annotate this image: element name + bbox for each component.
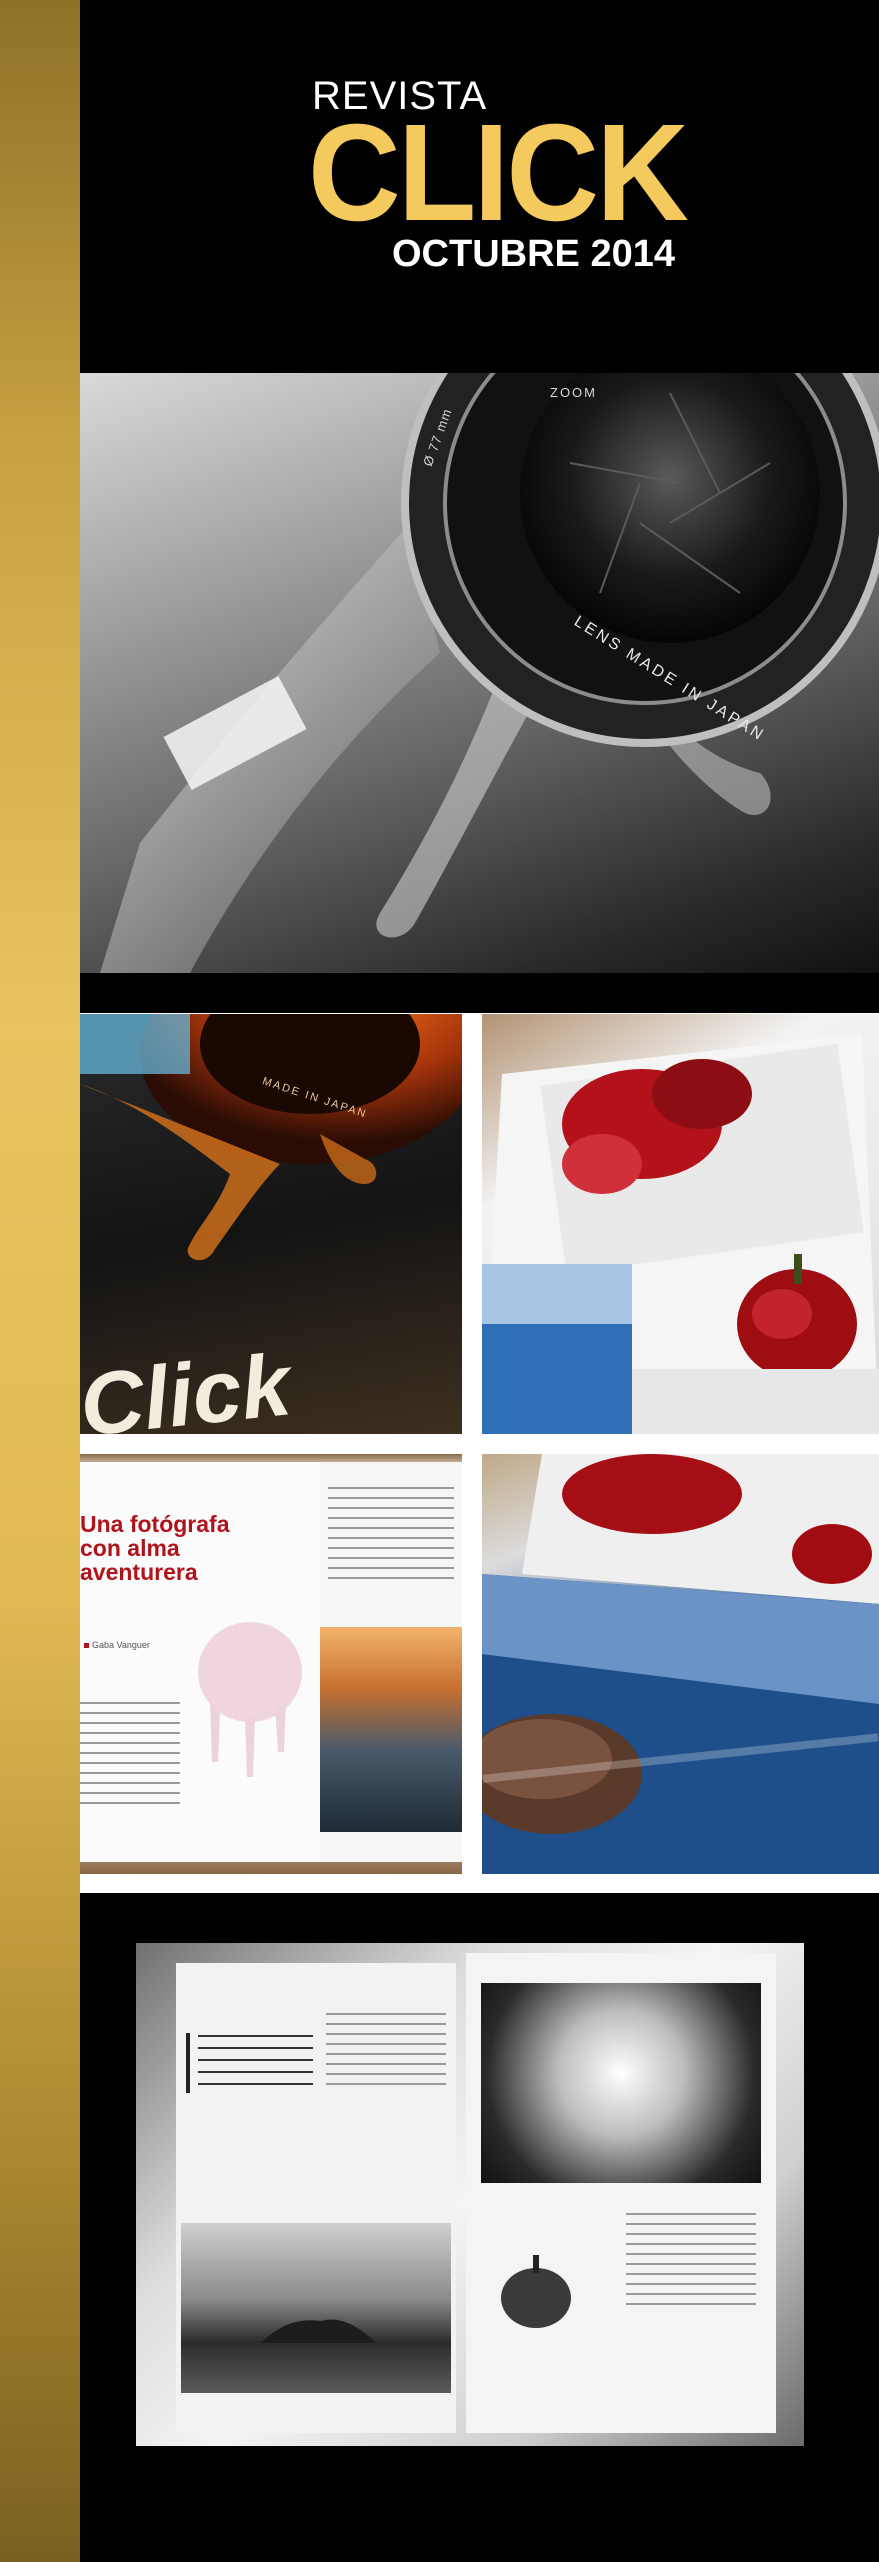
spread-flower-photo bbox=[482, 1014, 879, 1434]
sea-spread-illustration bbox=[482, 1454, 879, 1874]
right-page bbox=[320, 1462, 462, 1862]
sunset-photo bbox=[320, 1627, 462, 1832]
poster-content: REVISTA CLICK OCTUBRE 2014 LENS MADE IN … bbox=[80, 0, 879, 2562]
melting-ball-illustration bbox=[198, 1622, 302, 1777]
bw-flower-photo bbox=[481, 1983, 761, 2183]
header-banner: REVISTA CLICK OCTUBRE 2014 bbox=[80, 0, 879, 373]
bw-right-page bbox=[466, 1953, 776, 2433]
bw-left-page bbox=[176, 1963, 456, 2433]
bw-pepper-illustration bbox=[501, 2255, 571, 2328]
article-title: Una fotógrafa con alma aventurera bbox=[80, 1511, 230, 1586]
magazine-title: CLICK bbox=[308, 96, 689, 250]
bw-island-photo bbox=[181, 2223, 451, 2393]
gold-side-strip bbox=[0, 0, 80, 2562]
byline-marker bbox=[84, 1643, 89, 1648]
hero-lens-photo: LENS MADE IN JAPAN ZOOM Ø 77 mm bbox=[80, 373, 879, 973]
left-page: Una fotógrafa con alma aventurera Gaba V… bbox=[80, 1462, 320, 1862]
article-byline: Gaba Vanguer bbox=[92, 1640, 150, 1650]
divider-band bbox=[80, 973, 879, 1013]
issue-date: OCTUBRE 2014 bbox=[392, 233, 675, 275]
spread-flower-illustration bbox=[482, 1034, 879, 1434]
article-spread-photo: Una fotógrafa con alma aventurera Gaba V… bbox=[80, 1454, 462, 1874]
melting-lens-illustration bbox=[100, 373, 879, 973]
lens-zoom-text: ZOOM bbox=[550, 385, 597, 400]
cover-closeup-photo: MADE IN JAPAN Click bbox=[80, 1014, 462, 1434]
pullquote-rule bbox=[186, 2033, 190, 2093]
spread-sea-photo bbox=[482, 1454, 879, 1874]
bw-spread-photo bbox=[136, 1943, 804, 2446]
island-silhouette bbox=[261, 2319, 376, 2343]
